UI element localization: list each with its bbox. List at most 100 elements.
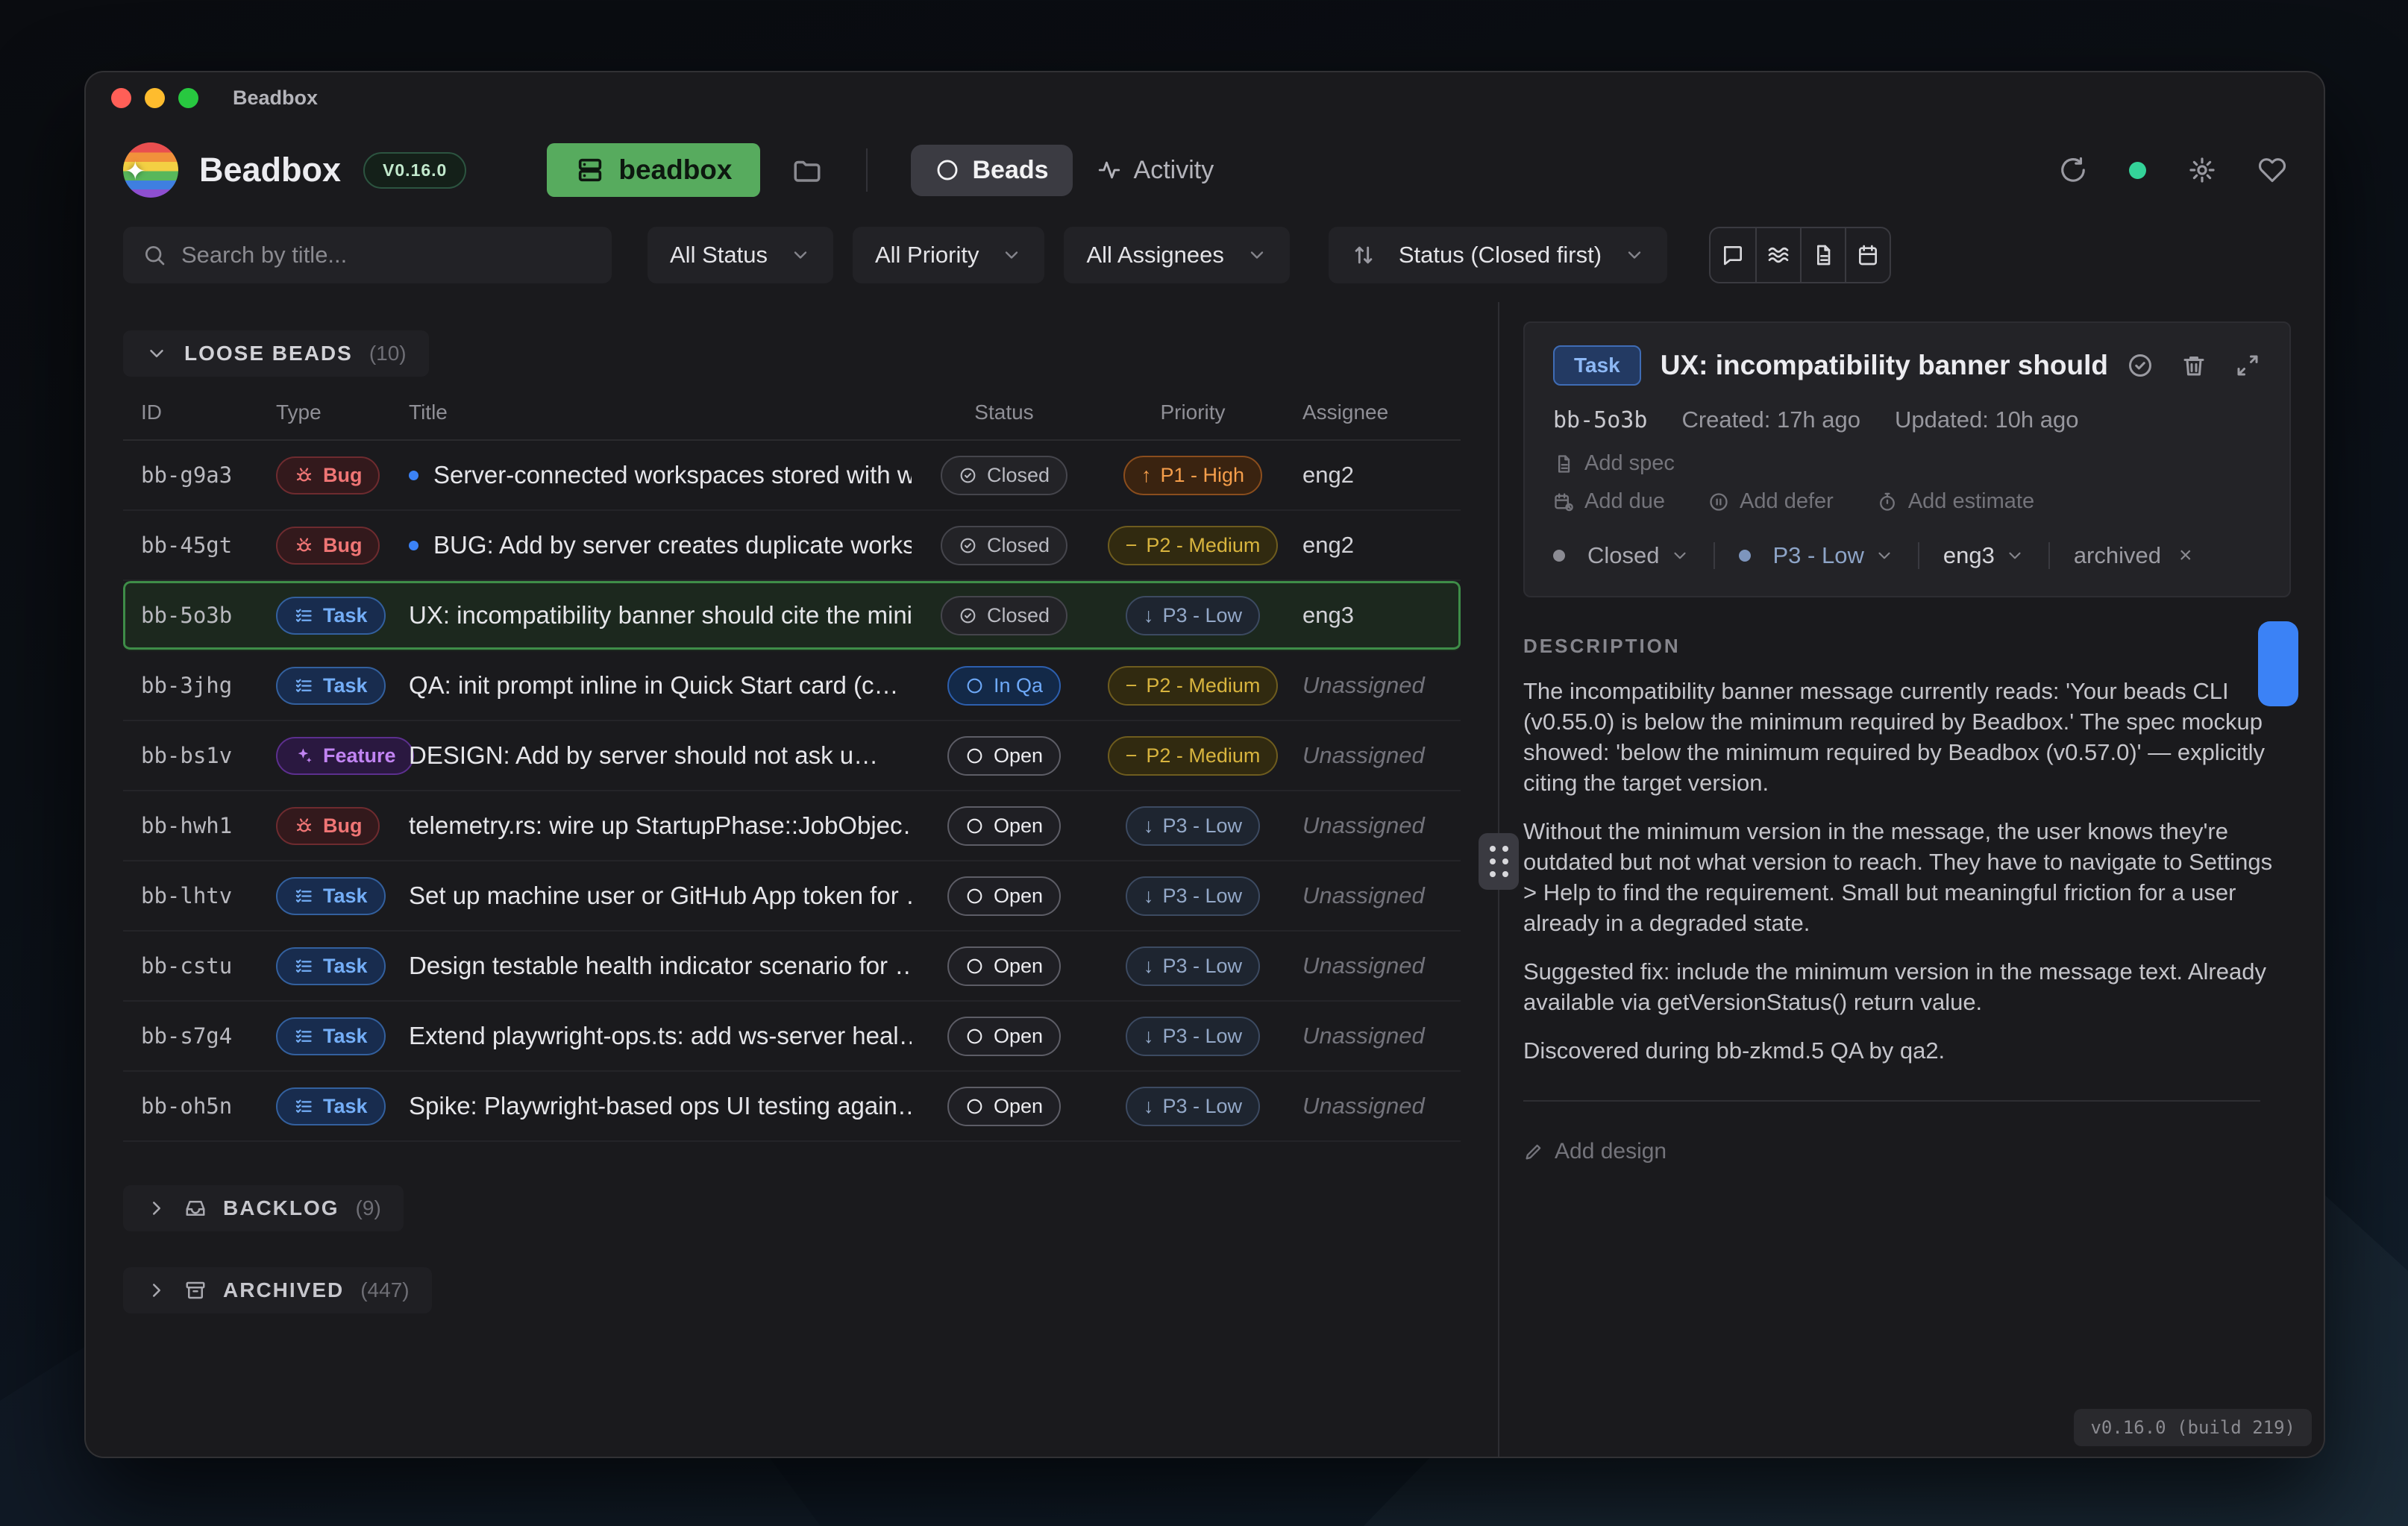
trash-icon[interactable] (2180, 352, 2207, 379)
waves-view-button[interactable] (1755, 228, 1800, 282)
assignee-filter-label: All Assignees (1086, 242, 1223, 269)
table-row[interactable]: bb-oh5nTaskSpike: Playwright-based ops U… (123, 1072, 1461, 1142)
detail-updated: Updated: 10h ago (1895, 406, 2079, 433)
calendar-view-button[interactable] (1845, 228, 1890, 282)
archived-tag-label: archived (2074, 542, 2161, 569)
sort-dropdown[interactable]: Status (Closed first) (1329, 227, 1667, 283)
pencil-icon (1523, 1141, 1544, 1162)
main-content: LOOSE BEADS (10) ID Type Title Status Pr… (86, 302, 2324, 1457)
document-view-button[interactable] (1800, 228, 1845, 282)
close-icon[interactable]: × (2179, 543, 2192, 568)
archived-tag[interactable]: archived × (2074, 542, 2192, 569)
type-badge: Task (276, 597, 386, 635)
column-priority: Priority (1097, 401, 1289, 424)
type-badge: Bug (276, 807, 380, 845)
assignee: Unassigned (1289, 812, 1461, 839)
task-icon (294, 1026, 314, 1046)
detail-assignee-select[interactable]: eng3 (1943, 542, 2025, 569)
description-label: DESCRIPTION (1523, 635, 2291, 658)
priority-filter-dropdown[interactable]: All Priority (853, 227, 1045, 283)
bead-id: bb-lhtv (123, 883, 276, 908)
tab-activity-label: Activity (1134, 156, 1214, 185)
add-due-button[interactable]: Add due (1553, 489, 1665, 514)
bead-id: bb-s7g4 (123, 1023, 276, 1049)
task-icon (294, 956, 314, 976)
bead-title: BUG: Add by server creates duplicate wor… (433, 531, 912, 559)
search-box[interactable] (123, 227, 612, 283)
table-row[interactable]: bb-5o3bTaskUX: incompatibility banner sh… (123, 581, 1461, 651)
header-divider (866, 148, 868, 192)
table-row[interactable]: bb-hwh1Bugtelemetry.rs: wire up StartupP… (123, 791, 1461, 861)
bug-icon (294, 816, 314, 836)
detail-priority-label: P3 - Low (1773, 542, 1864, 569)
task-icon (294, 676, 314, 696)
detail-assignee-label: eng3 (1943, 542, 1995, 569)
bead-title: Spike: Playwright-based ops UI testing a… (409, 1092, 912, 1120)
table-row[interactable]: bb-bs1vFeatureDESIGN: Add by server shou… (123, 721, 1461, 791)
close-window-button[interactable] (111, 88, 131, 108)
description-paragraph: Discovered during bb-zkmd.5 QA by qa2. (1523, 1035, 2291, 1066)
chevron-down-icon (1670, 546, 1690, 565)
zoom-window-button[interactable] (178, 88, 198, 108)
status-filter-dropdown[interactable]: All Status (648, 227, 833, 283)
task-icon (294, 1096, 314, 1117)
title-bar: Beadbox (86, 72, 2324, 123)
workspace-button[interactable]: beadbox (547, 143, 760, 197)
table-row[interactable]: bb-cstuTaskDesign testable health indica… (123, 932, 1461, 1002)
bead-id: bb-3jhg (123, 673, 276, 698)
table-row[interactable]: bb-3jhgTaskQA: init prompt inline in Qui… (123, 651, 1461, 721)
open-folder-icon[interactable] (791, 154, 823, 186)
bead-detail-pane: Task UX: incompatibility banner should c… (1499, 302, 2324, 1457)
build-version-badge: v0.16.0 (build 219) (2074, 1409, 2312, 1446)
status-pill: Open (947, 736, 1061, 776)
loose-beads-section-header[interactable]: LOOSE BEADS (10) (123, 330, 429, 377)
table-row[interactable]: bb-s7g4TaskExtend playwright-ops.ts: add… (123, 1002, 1461, 1072)
detail-priority-select[interactable]: P3 - Low (1739, 542, 1894, 569)
activity-icon (1097, 157, 1122, 183)
bead-title: QA: init prompt inline in Quick Start ca… (409, 671, 899, 700)
table-row[interactable]: bb-g9a3BugServer-connected workspaces st… (123, 441, 1461, 511)
minimize-window-button[interactable] (145, 88, 165, 108)
version-badge: V0.16.0 (363, 152, 466, 189)
table-row[interactable]: bb-45gtBugBUG: Add by server creates dup… (123, 511, 1461, 581)
heart-icon[interactable] (2258, 156, 2286, 184)
assignee: eng2 (1289, 462, 1461, 489)
check-circle-icon[interactable] (2127, 352, 2154, 379)
archived-section-header[interactable]: ARCHIVED (447) (123, 1267, 432, 1313)
assignee-filter-dropdown[interactable]: All Assignees (1064, 227, 1289, 283)
type-badge: Bug (276, 527, 380, 565)
bead-title: UX: incompatibility banner should cite t… (409, 601, 912, 629)
refresh-icon[interactable] (2059, 156, 2087, 184)
detail-status-select[interactable]: Closed (1553, 542, 1690, 569)
timer-icon (1877, 492, 1898, 512)
archive-icon (184, 1279, 207, 1302)
search-input[interactable] (181, 242, 592, 269)
status-circle-icon (959, 536, 977, 555)
comments-view-button[interactable] (1711, 228, 1755, 282)
table-row[interactable]: bb-lhtvTaskSet up machine user or GitHub… (123, 861, 1461, 932)
priority-dot (1739, 550, 1751, 562)
status-pill: Open (947, 806, 1061, 846)
expand-icon[interactable] (2234, 352, 2261, 379)
description-paragraph: Suggested fix: include the minimum versi… (1523, 956, 2291, 1017)
priority-pill: ↓P3 - Low (1126, 596, 1260, 635)
inbox-icon (184, 1197, 207, 1219)
status-circle-icon (965, 817, 984, 835)
chevron-down-icon (1875, 546, 1894, 565)
backlog-section-header[interactable]: BACKLOG (9) (123, 1185, 404, 1231)
add-estimate-button[interactable]: Add estimate (1877, 489, 2034, 514)
assignee: Unassigned (1289, 672, 1461, 699)
tab-activity[interactable]: Activity (1073, 145, 1238, 196)
add-defer-button[interactable]: Add defer (1708, 489, 1834, 514)
add-spec-button[interactable]: Add spec (1553, 451, 2261, 476)
server-icon (575, 155, 605, 185)
status-circle-icon (965, 1027, 984, 1046)
add-design-button[interactable]: Add design (1523, 1139, 2291, 1164)
tab-beads[interactable]: Beads (911, 145, 1072, 196)
status-pill: Closed (941, 596, 1067, 635)
bead-id: bb-g9a3 (123, 462, 276, 488)
gear-icon[interactable] (2188, 156, 2216, 184)
scrollbar-thumb[interactable] (2258, 621, 2298, 706)
document-icon (1553, 453, 1574, 474)
sort-arrows-icon (1351, 242, 1376, 268)
